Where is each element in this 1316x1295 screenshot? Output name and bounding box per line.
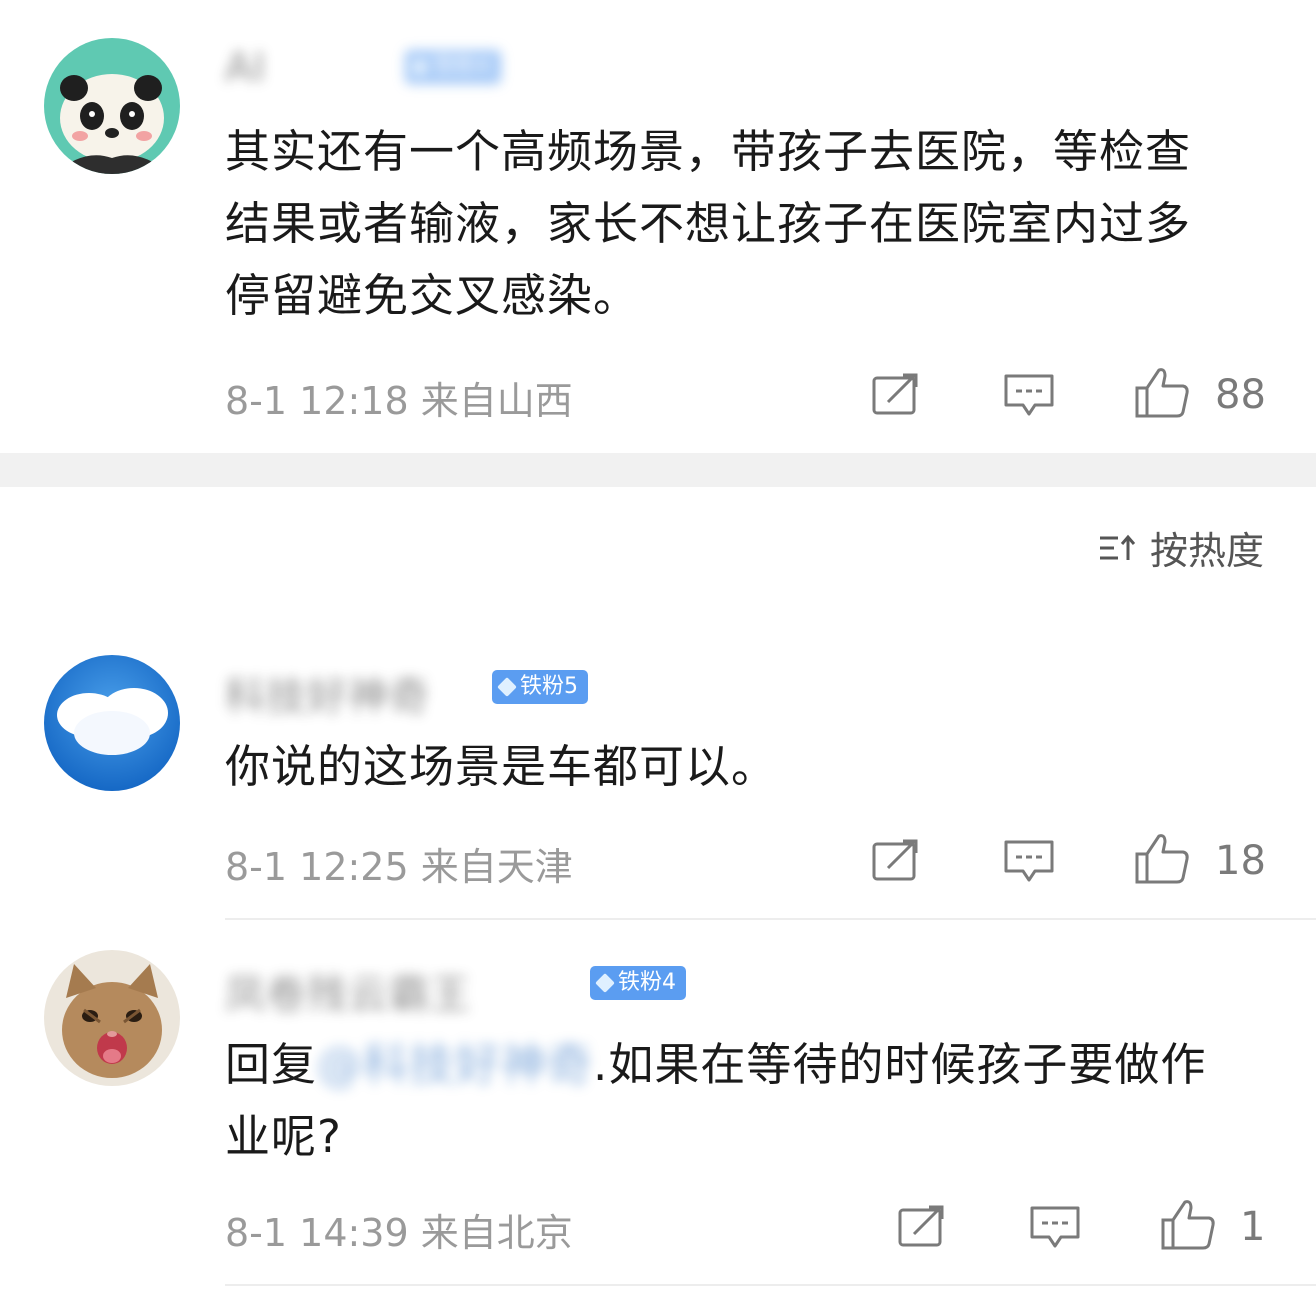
comment-meta: 8-1 12:18 来自山西 xyxy=(225,379,573,423)
comment-icon[interactable] xyxy=(1003,372,1055,422)
like-icon[interactable] xyxy=(1159,1198,1217,1256)
badge-label: 铁粉4 xyxy=(618,970,676,995)
comment-text: 你说的这场景是车都可以。 xyxy=(225,740,778,793)
comment-text: 回复@科技好神奇.如果在等待的时候孩子要做作业呢? xyxy=(225,1029,1235,1173)
badge-label: 铁粉4 xyxy=(433,54,491,79)
avatar[interactable] xyxy=(44,38,180,174)
like-icon[interactable] xyxy=(1133,832,1191,890)
username[interactable]: 科技好神奇 xyxy=(225,664,430,722)
share-icon[interactable] xyxy=(871,838,921,886)
username[interactable]: AI xyxy=(225,45,266,91)
comment-icon[interactable] xyxy=(1003,838,1055,888)
comment-text: 其实还有一个高频场景，带孩子去医院，等检查结果或者输液，家长不想让孩子在医院室内… xyxy=(225,125,1192,322)
share-icon[interactable] xyxy=(897,1204,947,1252)
reply-prefix: 回复 xyxy=(225,1038,318,1091)
mention-link[interactable]: @科技好神奇 xyxy=(317,1038,593,1091)
sort-icon xyxy=(1099,534,1136,560)
fan-badge: 铁粉5 xyxy=(492,670,588,704)
sort-toggle[interactable]: 按热度 xyxy=(1098,520,1264,575)
like-count: 88 xyxy=(1215,372,1266,418)
diamond-icon xyxy=(497,677,517,697)
avatar[interactable] xyxy=(44,950,180,1086)
row-divider xyxy=(225,1284,1316,1286)
like-count: 1 xyxy=(1240,1204,1266,1250)
section-divider xyxy=(0,453,1316,487)
share-icon[interactable] xyxy=(871,372,921,420)
diamond-icon xyxy=(410,57,430,77)
username[interactable]: 凤卷残云霸王 xyxy=(225,962,471,1020)
comment-icon[interactable] xyxy=(1029,1204,1081,1254)
avatar[interactable] xyxy=(44,655,180,791)
diamond-icon xyxy=(595,973,615,993)
sort-label: 按热度 xyxy=(1149,529,1264,573)
comment-meta: 8-1 14:39 来自北京 xyxy=(225,1211,573,1255)
comment-meta: 8-1 12:25 来自天津 xyxy=(225,845,573,889)
row-divider xyxy=(225,918,1316,920)
fan-badge: 铁粉4 xyxy=(405,50,501,84)
badge-label: 铁粉5 xyxy=(520,674,578,699)
fan-badge: 铁粉4 xyxy=(590,966,686,1000)
like-count: 18 xyxy=(1215,838,1266,884)
like-icon[interactable] xyxy=(1133,366,1191,424)
